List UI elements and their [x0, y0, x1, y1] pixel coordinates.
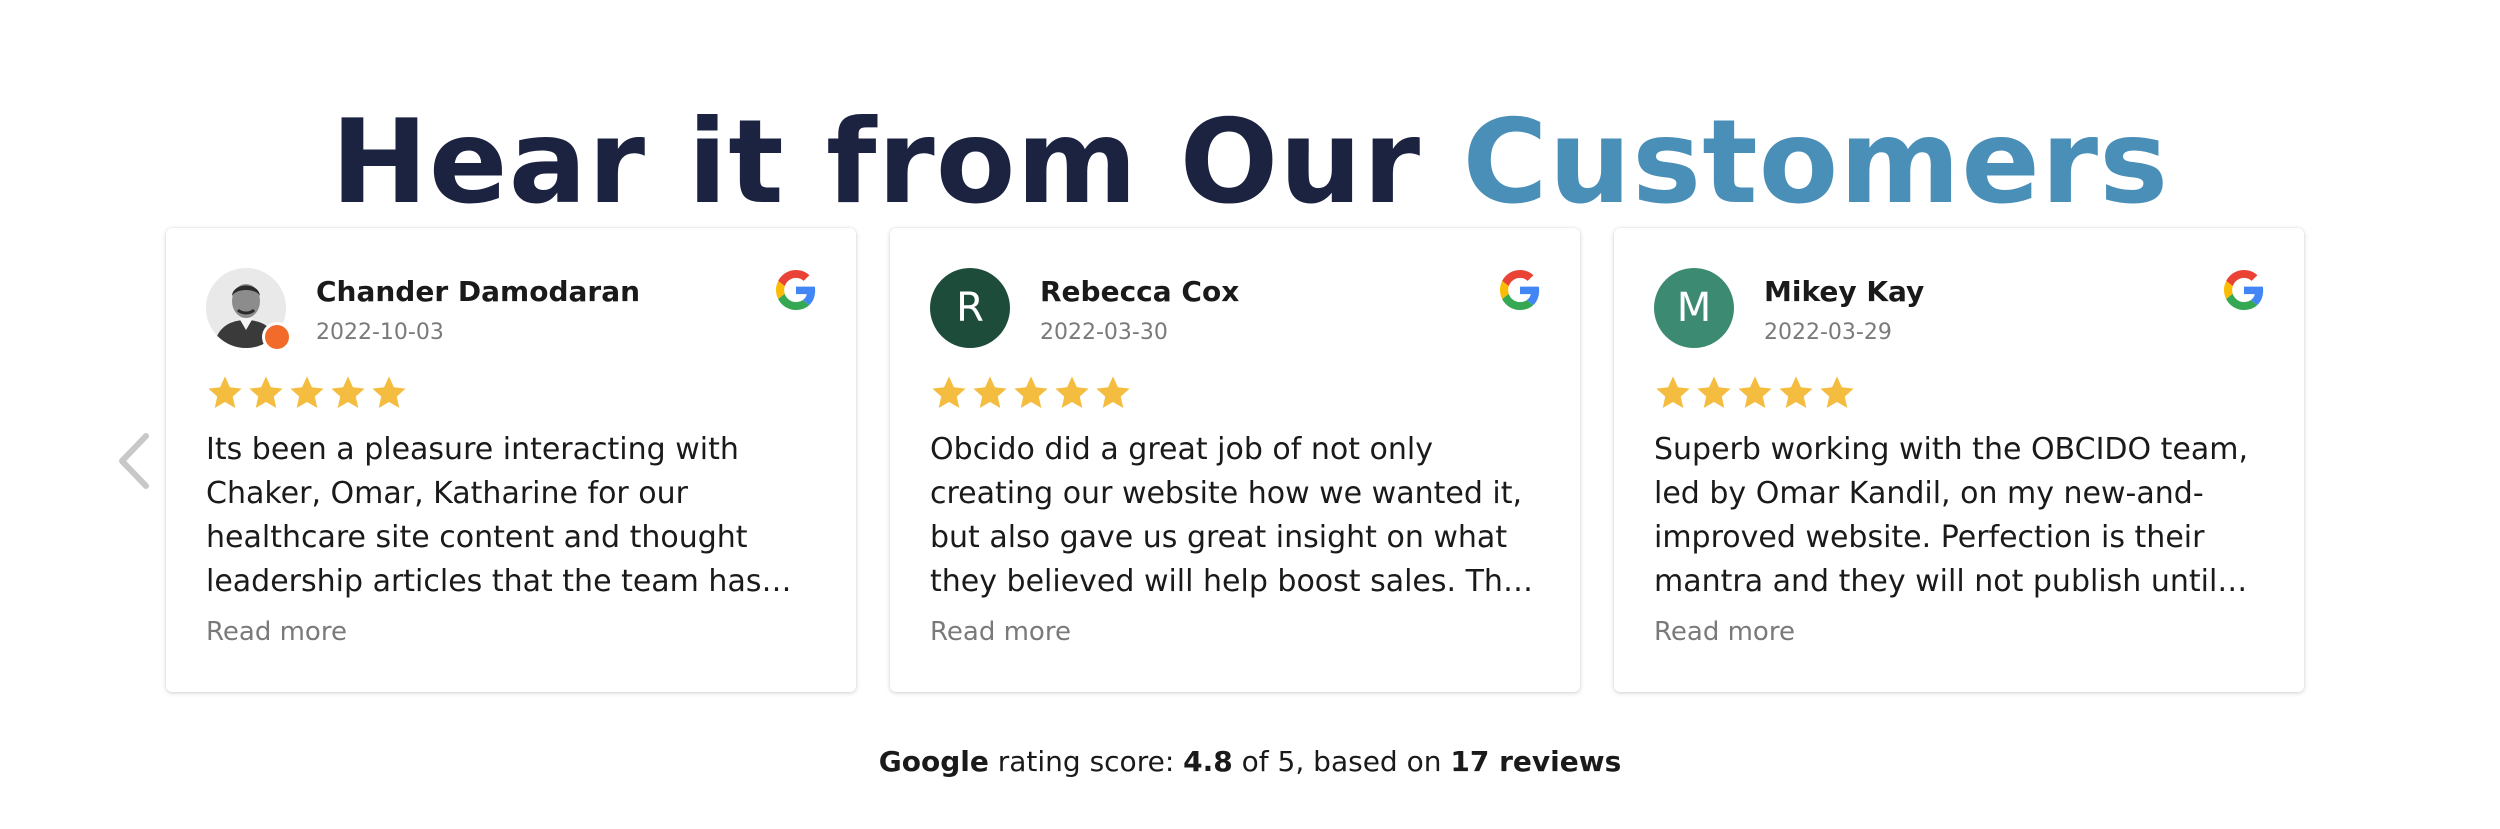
star-icon: [1697, 376, 1731, 409]
review-text: Superb working with the OBCIDO team, led…: [1654, 432, 2249, 599]
heading-text-part1: Hear it from Our: [330, 94, 1463, 230]
star-icon: [1779, 376, 1813, 409]
star-icon: [1014, 376, 1048, 409]
rating-summary: Google rating score: 4.8 of 5, based on …: [0, 742, 2500, 782]
review-date: 2022-10-03: [316, 320, 444, 345]
star-icon: [1656, 376, 1690, 409]
google-icon: [2224, 270, 2264, 310]
star-icon: [249, 376, 283, 409]
reviewer-name: Rebecca Cox: [1040, 275, 1240, 308]
star-icon: [973, 376, 1007, 409]
review-text: Obcido did a great job of not only creat…: [930, 432, 1523, 599]
star-icon: [1096, 376, 1130, 409]
review-card: Chander Damodaran 2022-10-03 Its been a …: [166, 228, 856, 692]
star-icon: [932, 376, 966, 409]
star-icon: [331, 376, 365, 409]
heading-text-part2: Customers: [1462, 94, 2170, 230]
star-icon: [290, 376, 324, 409]
section-heading: Hear it from Our Customers: [0, 78, 2500, 248]
review-count: 17 reviews: [1450, 745, 1622, 778]
star-icon: [1055, 376, 1089, 409]
carousel-prev-button[interactable]: [112, 430, 154, 492]
review-card: M Mikey Kay 2022-03-29 Superb working wi…: [1614, 228, 2304, 692]
review-text: Its been a pleasure interacting with Cha…: [206, 432, 762, 599]
google-icon: [776, 270, 816, 310]
avatar: M: [1654, 268, 1734, 348]
review-card: R Rebecca Cox 2022-03-30 Obcido did a gr…: [890, 228, 1580, 692]
read-more-link[interactable]: Read more: [930, 612, 1071, 652]
star-icon: [372, 376, 406, 409]
avatar: R: [930, 268, 1010, 348]
star-rating: [930, 374, 1132, 414]
star-icon: [208, 376, 242, 409]
google-icon: [1500, 270, 1540, 310]
review-date: 2022-03-30: [1040, 320, 1168, 345]
reviewer-badge-icon: [262, 322, 292, 352]
star-icon: [1820, 376, 1854, 409]
reviewer-name: Chander Damodaran: [316, 275, 641, 308]
avatar: [206, 268, 292, 352]
chevron-left-icon: [119, 433, 149, 489]
reviewer-name: Mikey Kay: [1764, 275, 1925, 308]
review-date: 2022-03-29: [1764, 320, 1892, 345]
star-rating: [206, 374, 408, 414]
rating-label: rating score:: [988, 745, 1184, 778]
rating-score: 4.8: [1183, 745, 1233, 778]
rating-source: Google: [878, 745, 989, 778]
read-more-link[interactable]: Read more: [206, 612, 347, 652]
star-rating: [1654, 374, 1856, 414]
rating-out-of: of 5, based on: [1232, 745, 1451, 778]
star-icon: [1738, 376, 1772, 409]
read-more-link[interactable]: Read more: [1654, 612, 1795, 652]
